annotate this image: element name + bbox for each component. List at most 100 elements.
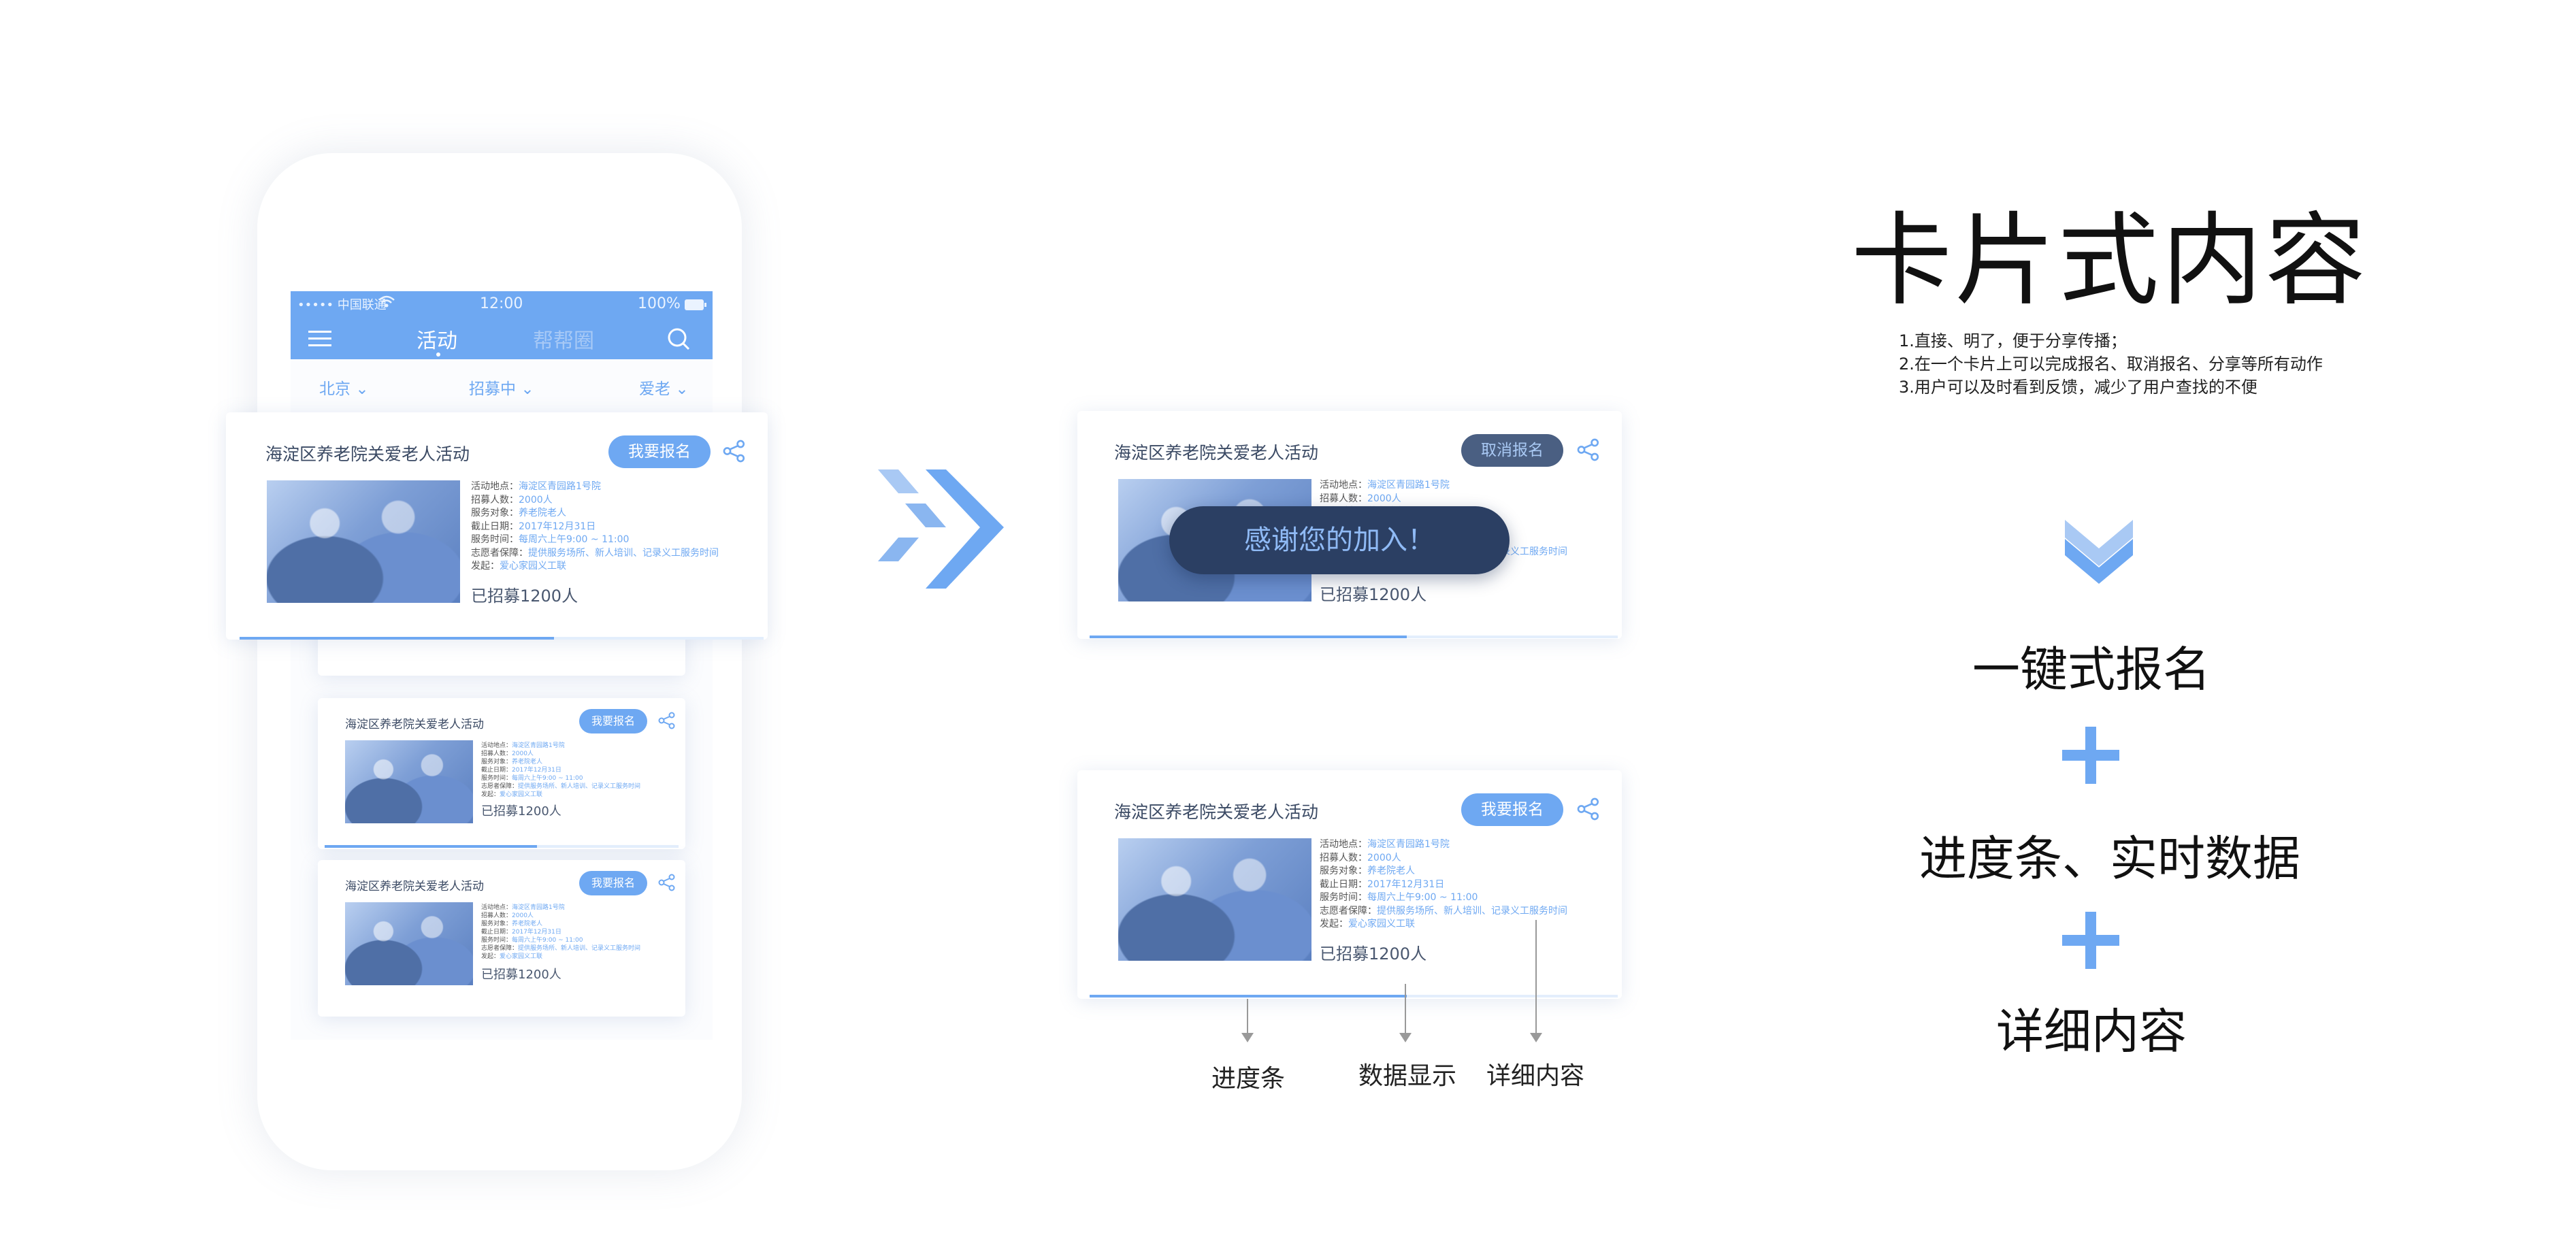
status-bar: ••••• 中国联通 12:00 100% bbox=[291, 291, 713, 317]
detail-row: 服务对象：养老院老人 bbox=[481, 921, 543, 927]
share-icon[interactable] bbox=[1577, 797, 1600, 823]
detail-row: 服务对象：养老院老人 bbox=[1320, 865, 1415, 876]
tab-help-circle[interactable]: 帮帮圈 bbox=[533, 324, 594, 354]
detail-row: 志愿者保障：提供服务场所、新人培训、记录义工服务时间 bbox=[471, 547, 719, 559]
progress-bar bbox=[1090, 636, 1618, 638]
card-title: 海淀区养老院关爱老人活动 bbox=[345, 718, 484, 731]
filter-category-label: 爱老 bbox=[639, 380, 670, 398]
detail-row: 服务时间：每周六上午9:00 ~ 11:00 bbox=[481, 775, 583, 782]
detail-row: 活动地点：海淀区青园路1号院 bbox=[1320, 839, 1450, 850]
recruited-count: 已招募1200人 bbox=[481, 968, 561, 982]
battery-label: 100% bbox=[638, 295, 681, 312]
detail-row: 服务对象：养老院老人 bbox=[471, 508, 566, 518]
detail-row: 服务时间：每周六上午9:00 ~ 11:00 bbox=[481, 937, 583, 944]
progress-bar bbox=[325, 845, 679, 848]
detail-row: 招募人数：2000人 bbox=[481, 912, 534, 919]
annotation-line-progress bbox=[1247, 999, 1248, 1037]
share-icon[interactable] bbox=[1577, 438, 1600, 464]
detail-row: 活动地点：海淀区青园路1号院 bbox=[481, 742, 565, 749]
success-toast: 感谢您的加入！ bbox=[1169, 506, 1510, 574]
signup-button[interactable]: 我要报名 bbox=[579, 709, 647, 733]
arrow-down-icon bbox=[1241, 1033, 1254, 1042]
detail-row: 服务时间：每周六上午9:00 ~ 11:00 bbox=[1320, 892, 1478, 903]
annotation-line-data bbox=[1405, 984, 1406, 1037]
annotated-card[interactable]: 海淀区养老院关爱老人活动 我要报名 活动地点：海淀区青园路1号院 招募人数：20… bbox=[1077, 770, 1622, 999]
recruited-count: 已招募1200人 bbox=[1320, 944, 1427, 963]
detail-row: 活动地点：海淀区青园路1号院 bbox=[1320, 480, 1450, 491]
double-chevron-right-icon bbox=[871, 463, 1007, 601]
signup-button[interactable]: 我要报名 bbox=[1461, 793, 1563, 826]
progress-fill bbox=[240, 637, 554, 640]
progress-bar bbox=[240, 637, 764, 640]
recruited-count: 已招募1200人 bbox=[1320, 585, 1427, 604]
detail-row: 服务时间：每周六上午9:00 ~ 11:00 bbox=[471, 534, 630, 545]
note-line: 2.在一个卡片上可以完成报名、取消报名、分享等所有动作 bbox=[1899, 354, 2323, 374]
nav-bar: 活动 帮帮圈 bbox=[291, 317, 713, 359]
feature-detail-content: 详细内容 bbox=[1996, 1004, 2187, 1059]
card-photo bbox=[1118, 838, 1311, 961]
progress-fill bbox=[1090, 995, 1407, 997]
card-details: 活动地点：海淀区青园路1号院 招募人数：2000人 服务对象：养老院老人 截止日… bbox=[481, 904, 640, 961]
card-details: 活动地点：海淀区青园路1号院 招募人数：2000人 服务对象：养老院老人 截止日… bbox=[1320, 838, 1567, 931]
card-details: 活动地点：海淀区青园路1号院 招募人数：2000人 服务对象：养老院老人 截止日… bbox=[471, 480, 719, 574]
share-icon[interactable] bbox=[723, 440, 746, 465]
plus-icon bbox=[2062, 727, 2119, 784]
detail-row: 志愿者保障：提供服务场所、新人培训、记录义工服务时间 bbox=[481, 945, 641, 952]
cancel-signup-button[interactable]: 取消报名 bbox=[1461, 434, 1563, 467]
recruited-count: 已招募1200人 bbox=[481, 804, 561, 819]
cancel-state-card[interactable]: 海淀区养老院关爱老人活动 取消报名 活动地点：海淀区青园路1号院 招募人数：20… bbox=[1077, 411, 1622, 639]
filter-category[interactable]: 爱老 ⌄ bbox=[639, 376, 689, 399]
progress-fill bbox=[325, 845, 537, 848]
detail-row: 活动地点：海淀区青园路1号院 bbox=[471, 481, 601, 492]
active-tab-indicator bbox=[436, 352, 440, 357]
chevron-down-icon: ⌄ bbox=[675, 380, 689, 398]
tab-activity[interactable]: 活动 bbox=[417, 324, 457, 354]
card-photo bbox=[267, 480, 460, 603]
detail-row: 招募人数：2000人 bbox=[481, 751, 534, 757]
battery-icon bbox=[684, 298, 707, 315]
filter-city-label: 北京 bbox=[319, 380, 350, 398]
card-title: 海淀区养老院关爱老人活动 bbox=[265, 444, 470, 464]
detail-row: 活动地点：海淀区青园路1号院 bbox=[481, 904, 565, 911]
featured-card[interactable]: 海淀区养老院关爱老人活动 我要报名 活动地点：海淀区青园路1号院 招募人数：20… bbox=[226, 412, 768, 640]
filter-city[interactable]: 北京 ⌄ bbox=[319, 376, 369, 399]
detail-row: 志愿者保障：提供服务场所、新人培训、记录义工服务时间 bbox=[1320, 905, 1567, 917]
progress-bar bbox=[1090, 995, 1618, 997]
card-title: 海淀区养老院关爱老人活动 bbox=[1114, 802, 1319, 822]
menu-icon[interactable] bbox=[308, 329, 331, 351]
recruited-count: 已招募1200人 bbox=[471, 587, 578, 606]
annotation-detail-content: 详细内容 bbox=[1486, 1062, 1585, 1090]
share-icon[interactable] bbox=[658, 712, 676, 732]
search-icon[interactable] bbox=[666, 327, 691, 354]
signup-button[interactable]: 我要报名 bbox=[608, 435, 711, 468]
card-photo bbox=[345, 902, 473, 985]
detail-row: 截止日期：2017年12月31日 bbox=[471, 521, 596, 532]
annotation-progress-bar: 进度条 bbox=[1211, 1065, 1286, 1093]
detail-row: 招募人数：2000人 bbox=[1320, 852, 1401, 863]
wifi-icon bbox=[378, 295, 395, 313]
detail-row: 发起：爱心家园义工联 bbox=[471, 561, 566, 572]
detail-row: 截止日期：2017年12月31日 bbox=[481, 767, 561, 774]
carrier-label: ••••• 中国联通 bbox=[297, 298, 387, 312]
chevron-down-icon: ⌄ bbox=[521, 380, 534, 398]
phone-screen: ••••• 中国联通 12:00 100% 活动 帮帮圈 北京 ⌄ 招募中 ⌄ … bbox=[291, 291, 713, 1040]
card-photo bbox=[345, 740, 473, 823]
card-title: 海淀区养老院关爱老人活动 bbox=[345, 880, 484, 893]
detail-row: 截止日期：2017年12月31日 bbox=[481, 929, 561, 936]
arrow-down-icon bbox=[1399, 1033, 1412, 1042]
feature-progress-data: 进度条、实时数据 bbox=[1919, 831, 2300, 887]
signup-button[interactable]: 我要报名 bbox=[579, 871, 647, 895]
feature-one-click-signup: 一键式报名 bbox=[1972, 642, 2211, 697]
detail-row: 招募人数：2000人 bbox=[471, 494, 553, 506]
list-card[interactable]: 海淀区养老院关爱老人活动 我要报名 活动地点：海淀区青园路1号院 招募人数：20… bbox=[318, 860, 685, 1017]
list-card[interactable]: 海淀区养老院关爱老人活动 我要报名 活动地点：海淀区青园路1号院 招募人数：20… bbox=[318, 698, 685, 849]
arrow-down-icon bbox=[1530, 1033, 1542, 1042]
detail-row: 发起：爱心家园义工联 bbox=[1320, 919, 1415, 929]
feature-notes: 1.直接、明了，便于分享传播； 2.在一个卡片上可以完成报名、取消报名、分享等所… bbox=[1899, 329, 2323, 399]
share-icon[interactable] bbox=[658, 874, 676, 894]
note-line: 3.用户可以及时看到反馈，减少了用户查找的不便 bbox=[1899, 378, 2257, 397]
page-title: 卡片式内容 bbox=[1851, 202, 2368, 319]
filter-status[interactable]: 招募中 ⌄ bbox=[469, 376, 534, 399]
card-details: 活动地点：海淀区青园路1号院 招募人数：2000人 服务对象：养老院老人 截止日… bbox=[481, 742, 640, 799]
annotation-line-details bbox=[1535, 920, 1537, 1037]
